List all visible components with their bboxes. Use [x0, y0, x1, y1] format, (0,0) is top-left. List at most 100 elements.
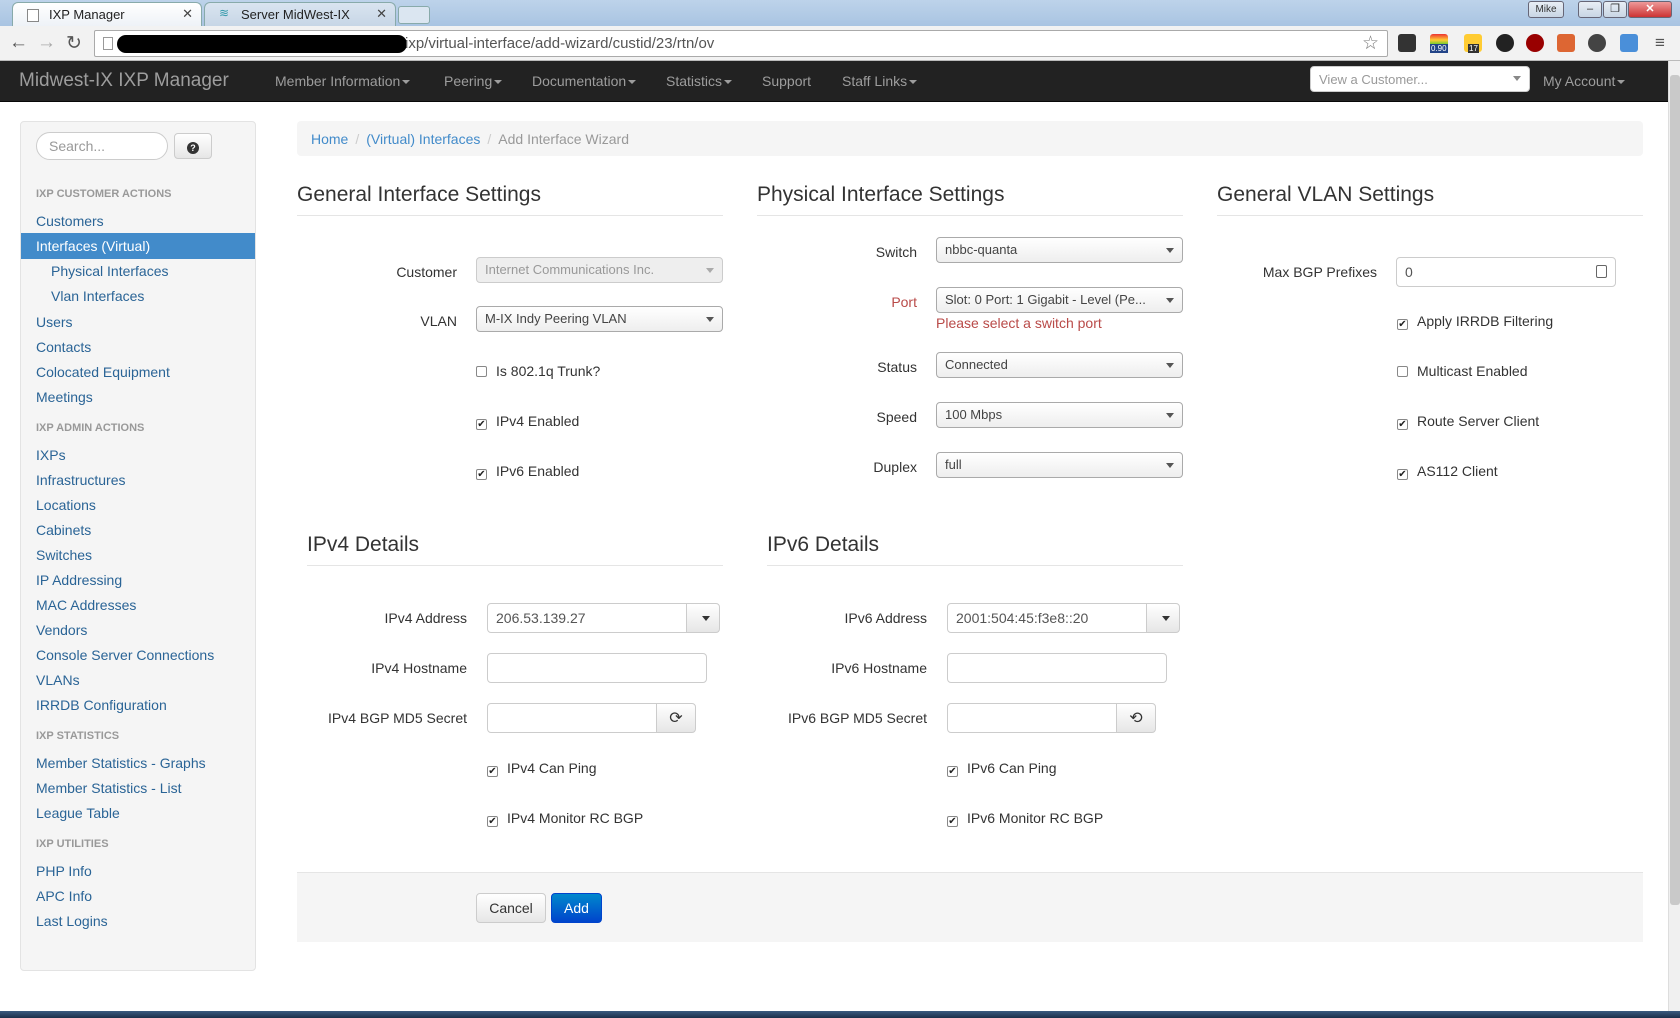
sidebar-item-physical-interfaces[interactable]: Physical Interfaces: [51, 263, 169, 279]
nav-peering[interactable]: Peering: [444, 73, 503, 89]
ipv6-monitor-rc-bgp-checkbox[interactable]: ✔ IPv6 Monitor RC BGP: [947, 810, 1103, 827]
port-select[interactable]: Slot: 0 Port: 1 Gigabit - Level (Pe...: [936, 287, 1183, 313]
bookmark-star-icon[interactable]: ☆: [1362, 32, 1379, 55]
sidebar-item-colocated-equipment[interactable]: Colocated Equipment: [36, 364, 170, 380]
checkbox-box[interactable]: ✔: [476, 419, 487, 430]
sidebar-item-ip-addressing[interactable]: IP Addressing: [36, 572, 122, 588]
sidebar-item-apc-info[interactable]: APC Info: [36, 888, 92, 904]
speed-select[interactable]: 100 Mbps: [936, 402, 1183, 428]
add-button[interactable]: Add: [551, 893, 602, 923]
sidebar-item-console-server-connections[interactable]: Console Server Connections: [36, 647, 214, 663]
ipv6-address-input[interactable]: 2001:504:45:f3e8::20: [947, 603, 1147, 633]
window-close-icon[interactable]: ✕: [1628, 1, 1672, 18]
restore-icon[interactable]: ❐: [1603, 1, 1627, 18]
nav-statistics[interactable]: Statistics: [666, 73, 733, 89]
checkbox-box[interactable]: ✔: [947, 766, 958, 777]
status-select[interactable]: Connected: [936, 352, 1183, 378]
checkbox-box[interactable]: ✔: [487, 766, 498, 777]
checkbox-box[interactable]: [476, 366, 487, 377]
extension-icon[interactable]: [1620, 34, 1638, 52]
sidebar-item-vendors[interactable]: Vendors: [36, 622, 87, 638]
sidebar-item-mac-addresses[interactable]: MAC Addresses: [36, 597, 136, 613]
ipv4-address-input[interactable]: 206.53.139.27: [487, 603, 687, 633]
ipv6-enabled-checkbox[interactable]: ✔ IPv6 Enabled: [476, 463, 579, 480]
ipv4-address-dropdown-button[interactable]: [686, 603, 720, 633]
sidebar-item-interfaces-virtual[interactable]: Interfaces (Virtual): [21, 233, 255, 259]
checkbox-box[interactable]: ✔: [947, 816, 958, 827]
sidebar-item-irrdb-configuration[interactable]: IRRDB Configuration: [36, 697, 167, 713]
nav-support[interactable]: Support: [762, 73, 811, 89]
extension-icon[interactable]: 17: [1464, 34, 1482, 53]
checkbox-box[interactable]: ✔: [1397, 469, 1408, 480]
customer-select[interactable]: View a Customer...: [1310, 66, 1530, 92]
multicast-checkbox[interactable]: Multicast Enabled: [1397, 363, 1528, 379]
ipv6-hostname-input[interactable]: [947, 653, 1167, 683]
sidebar-item-locations[interactable]: Locations: [36, 497, 96, 513]
address-bar[interactable]: ixp/virtual-interface/add-wizard/custid/…: [94, 30, 1388, 57]
trunk-checkbox[interactable]: Is 802.1q Trunk?: [476, 363, 600, 379]
brand[interactable]: Midwest-IX IXP Manager: [19, 70, 229, 92]
tab-server-midwest[interactable]: ≋ Server MidWest-IX ✕: [204, 2, 396, 26]
sidebar-item-league-table[interactable]: League Table: [36, 805, 120, 821]
irrdb-filtering-checkbox[interactable]: ✔ Apply IRRDB Filtering: [1397, 313, 1553, 330]
sidebar-item-vlans[interactable]: VLANs: [36, 672, 80, 688]
ipv4-md5-generate-button[interactable]: ⟳: [656, 703, 696, 733]
checkbox-box[interactable]: [1397, 366, 1408, 377]
sidebar-item-switches[interactable]: Switches: [36, 547, 92, 563]
close-tab-icon[interactable]: ✕: [376, 6, 387, 22]
nav-documentation[interactable]: Documentation: [532, 73, 637, 89]
ipv4-md5-input[interactable]: [487, 703, 657, 733]
tab-ixp-manager[interactable]: IXP Manager ✕: [12, 2, 202, 26]
breadcrumb-interfaces[interactable]: (Virtual) Interfaces: [366, 131, 480, 147]
sidebar-item-member-statistics-list[interactable]: Member Statistics - List: [36, 780, 181, 796]
sidebar-item-meetings[interactable]: Meetings: [36, 389, 93, 405]
ipv6-md5-generate-button[interactable]: ⟲: [1116, 703, 1156, 733]
extension-icon[interactable]: [1557, 34, 1575, 52]
route-server-client-checkbox[interactable]: ✔ Route Server Client: [1397, 413, 1539, 430]
sidebar-search-input[interactable]: Search...: [36, 132, 168, 160]
ipv6-address-dropdown-button[interactable]: [1146, 603, 1180, 633]
sidebar-item-contacts[interactable]: Contacts: [36, 339, 91, 355]
close-tab-icon[interactable]: ✕: [182, 6, 193, 22]
new-tab-button[interactable]: [398, 6, 430, 24]
scrollbar-thumb[interactable]: [1670, 75, 1680, 905]
cancel-button[interactable]: Cancel: [476, 893, 546, 923]
reload-icon[interactable]: ↻: [66, 32, 82, 55]
sidebar-item-vlan-interfaces[interactable]: Vlan Interfaces: [51, 288, 144, 304]
ipv6-md5-input[interactable]: [947, 703, 1117, 733]
minimize-icon[interactable]: –: [1578, 1, 1602, 18]
checkbox-box[interactable]: ✔: [1397, 419, 1408, 430]
ipv4-can-ping-checkbox[interactable]: ✔ IPv4 Can Ping: [487, 760, 597, 777]
extension-icon[interactable]: [1398, 34, 1416, 52]
max-bgp-prefixes-input[interactable]: 0: [1396, 257, 1616, 287]
as112-client-checkbox[interactable]: ✔ AS112 Client: [1397, 463, 1498, 480]
checkbox-box[interactable]: ✔: [1397, 319, 1408, 330]
sidebar-item-users[interactable]: Users: [36, 314, 73, 330]
duplex-select[interactable]: full: [936, 452, 1183, 478]
clock-icon[interactable]: [1588, 34, 1606, 52]
nav-member-information[interactable]: Member Information: [275, 73, 411, 89]
scrollbar[interactable]: [1668, 61, 1680, 1011]
spinner-icon[interactable]: [1596, 265, 1607, 278]
sidebar-item-last-logins[interactable]: Last Logins: [36, 913, 108, 929]
ipv4-monitor-rc-bgp-checkbox[interactable]: ✔ IPv4 Monitor RC BGP: [487, 810, 643, 827]
sidebar-item-cabinets[interactable]: Cabinets: [36, 522, 91, 538]
menu-icon[interactable]: ≡: [1655, 33, 1665, 53]
help-button[interactable]: ?: [174, 133, 212, 159]
extension-icon[interactable]: [1496, 34, 1514, 52]
ipv6-can-ping-checkbox[interactable]: ✔ IPv6 Can Ping: [947, 760, 1057, 777]
nav-staff-links[interactable]: Staff Links: [842, 73, 918, 89]
ublock-icon[interactable]: [1526, 34, 1544, 52]
nav-my-account[interactable]: My Account: [1543, 73, 1626, 89]
forward-icon[interactable]: →: [37, 32, 56, 54]
switch-select[interactable]: nbbc-quanta: [936, 237, 1183, 263]
vlan-select[interactable]: M-IX Indy Peering VLAN: [476, 306, 723, 332]
breadcrumb-home[interactable]: Home: [311, 131, 348, 147]
extension-icon[interactable]: 0.90: [1430, 34, 1448, 53]
ipv4-hostname-input[interactable]: [487, 653, 707, 683]
ipv4-enabled-checkbox[interactable]: ✔ IPv4 Enabled: [476, 413, 579, 430]
checkbox-box[interactable]: ✔: [487, 816, 498, 827]
sidebar-item-ixps[interactable]: IXPs: [36, 447, 66, 463]
back-icon[interactable]: ←: [9, 32, 28, 54]
user-badge[interactable]: Mike: [1528, 1, 1564, 18]
